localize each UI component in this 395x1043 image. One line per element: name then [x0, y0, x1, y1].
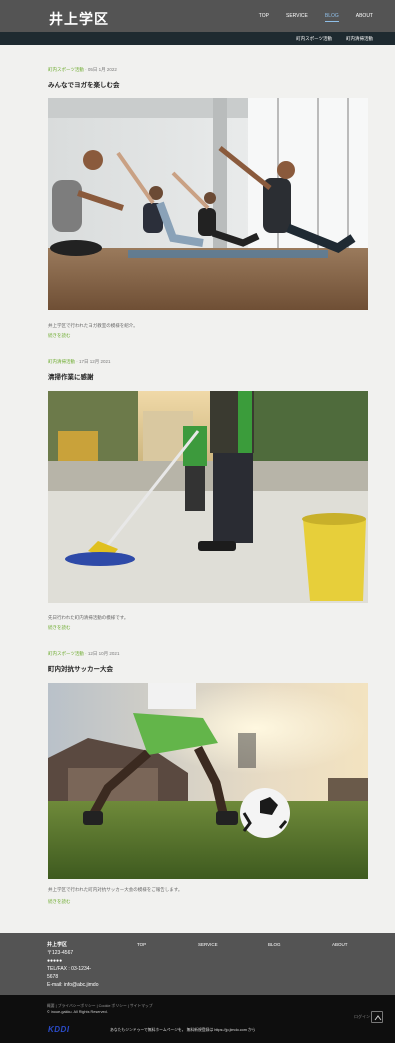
legal-links: 概要 | プライバシーポリシー | Cookie ポリシー | サイトマップ ©…: [47, 1003, 153, 1015]
post-category[interactable]: 町内清掃活動: [48, 359, 75, 364]
footer-tel-cont: 5678: [47, 974, 59, 980]
soccer-kids-photo: [48, 683, 368, 879]
main-nav: TOP SERVICE BLOG ABOUT: [242, 13, 373, 22]
read-more-link[interactable]: 続きを読む: [48, 899, 71, 905]
post-excerpt: 井上学区で行われた町内対抗サッカー大会の模様をご報告します。: [48, 887, 183, 892]
post-title[interactable]: 町内対抗サッカー大会: [48, 663, 368, 673]
post-excerpt: 井上学区で行われたヨガ教室の模様を紹介。: [48, 323, 138, 328]
blog-post: 町内スポーツ活動 · 12日 10月 2021 町内対抗サッカー大会 井上学区で…: [48, 651, 368, 904]
post-image-soccer[interactable]: [48, 683, 368, 879]
footer-tel: TEL/FAX : 03-1234-: [47, 966, 92, 972]
post-meta: 町内スポーツ活動 · 12日 10月 2021: [48, 651, 368, 657]
footer-name: 井上学区: [47, 942, 68, 948]
nav-blog[interactable]: BLOG: [324, 13, 339, 22]
post-date: · 12日 10月 2021: [83, 651, 120, 656]
scroll-top-button[interactable]: [371, 1011, 383, 1023]
footer-postal: 〒123-4567: [47, 950, 74, 956]
nav-top[interactable]: TOP: [259, 13, 269, 22]
post-meta: 町内スポーツ活動 · 05日 1月 2022: [48, 67, 368, 73]
post-title[interactable]: 清掃作業に感謝: [48, 371, 368, 381]
post-category[interactable]: 町内スポーツ活動: [48, 651, 84, 656]
sub-nav: 町内スポーツ活動 町内清掃活動: [0, 32, 395, 45]
footer-link-about[interactable]: ABOUT: [332, 942, 348, 947]
site-logo[interactable]: 井上学区: [49, 9, 109, 29]
site-header: 井上学区 TOP SERVICE BLOG ABOUT: [0, 0, 395, 32]
read-more-link[interactable]: 続きを読む: [48, 333, 71, 339]
subnav-cleaning[interactable]: 町内清掃活動: [346, 36, 373, 42]
post-category[interactable]: 町内スポーツ活動: [48, 67, 84, 72]
post-meta: 町内清掃活動 · 17日 12月 2021: [48, 359, 368, 365]
blog-post: 町内スポーツ活動 · 05日 1月 2022 みんなでヨガを楽しむ会 井上学区で…: [48, 67, 368, 338]
yoga-class-photo: [48, 98, 368, 310]
copyright: © inoue-gakku. All Rights Reserved.: [47, 1010, 108, 1014]
nav-service[interactable]: SERVICE: [286, 13, 308, 22]
login-link[interactable]: ログイン: [354, 1014, 370, 1020]
footer-address: ●●●●●: [47, 958, 63, 964]
cleaning-mop-photo: [48, 391, 368, 603]
post-title[interactable]: みんなでヨガを楽しむ会: [48, 79, 368, 89]
nav-about[interactable]: ABOUT: [356, 13, 373, 22]
chevron-up-icon: [374, 1015, 382, 1021]
read-more-link[interactable]: 続きを読む: [48, 625, 71, 631]
jimdo-bar: 概要 | プライバシーポリシー | Cookie ポリシー | サイトマップ ©…: [0, 995, 395, 1043]
kddi-logo[interactable]: KDDI: [48, 1025, 70, 1034]
post-date: · 17日 12月 2021: [75, 359, 111, 364]
post-image-cleaning[interactable]: [48, 391, 368, 603]
footer-contact: 井上学区 〒123-4567 ●●●●● TEL/FAX : 03-1234- …: [47, 941, 98, 989]
page: 井上学区 TOP SERVICE BLOG ABOUT 町内スポーツ活動 町内清…: [0, 0, 395, 1043]
jimdo-promo[interactable]: あなたもジンドゥーで無料ホームページを。 無料新規登録は https://jp.…: [110, 1028, 256, 1033]
site-footer: 井上学区 〒123-4567 ●●●●● TEL/FAX : 03-1234- …: [0, 933, 395, 995]
post-excerpt: 先日行われた町内清掃活動の模様です。: [48, 615, 129, 620]
subnav-sports[interactable]: 町内スポーツ活動: [296, 36, 332, 42]
footer-email[interactable]: E-mail: info@abc.jimdo: [47, 981, 98, 989]
footer-link-top[interactable]: TOP: [137, 942, 146, 947]
post-image-yoga[interactable]: [48, 98, 368, 310]
post-date: · 05日 1月 2022: [83, 67, 117, 72]
footer-link-blog[interactable]: BLOG: [268, 942, 281, 947]
blog-post: 町内清掃活動 · 17日 12月 2021 清掃作業に感謝 先日行われた町内清掃…: [48, 359, 368, 630]
footer-link-service[interactable]: SERVICE: [198, 942, 218, 947]
